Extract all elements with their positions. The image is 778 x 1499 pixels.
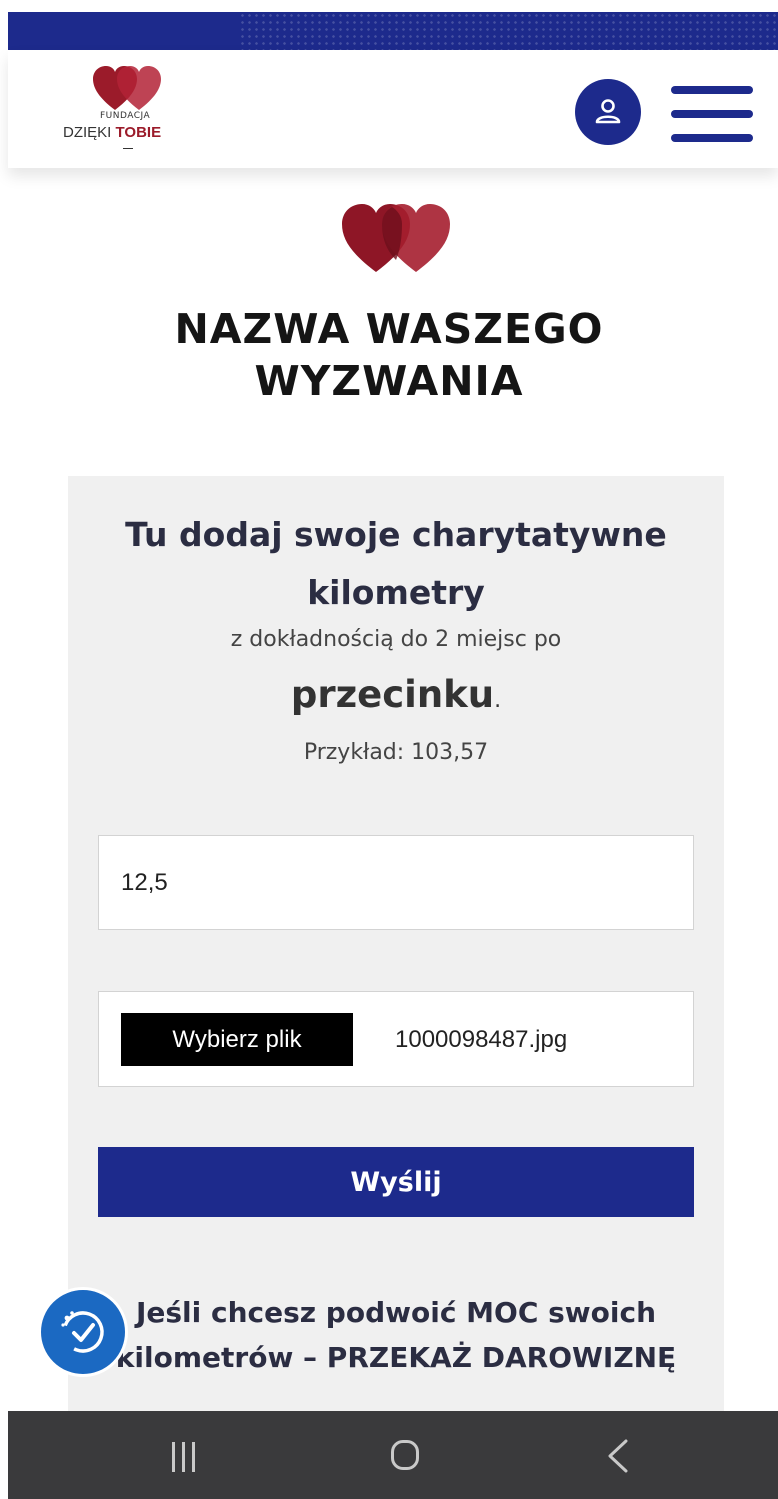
- recent-bar-3: [192, 1442, 195, 1472]
- page-title-line2: WYZWANIA: [254, 357, 524, 405]
- logo-name-part1: DZIĘKI: [63, 124, 112, 141]
- form-example: Przykład: 103,57: [303, 740, 489, 765]
- user-icon: [595, 99, 621, 124]
- menu-bar-top: [671, 86, 753, 94]
- accessibility-button[interactable]: [38, 1287, 128, 1377]
- recent-bar-2: [182, 1442, 185, 1472]
- foundation-logo[interactable]: FUNDACJA DZIĘKI TOBIE: [63, 66, 193, 156]
- accessibility-icon: [61, 1311, 104, 1353]
- site-header: FUNDACJA DZIĘKI TOBIE: [8, 50, 778, 168]
- menu-bar-middle: [671, 110, 753, 118]
- form-heading-line2: kilometry: [307, 573, 485, 612]
- logo-hearts-icon: [93, 66, 161, 110]
- menu-bar-bottom: [671, 134, 753, 142]
- form-subtext: z dokładnością do 2 miejsc po: [230, 627, 562, 652]
- form-heading-line1: Tu dodaj swoje charytatywne: [125, 515, 667, 554]
- submit-button[interactable]: Wyślij: [98, 1147, 694, 1217]
- recent-bar-1: [172, 1442, 175, 1472]
- logo-name: DZIĘKI TOBIE: [63, 124, 161, 141]
- promo-line1: Jeśli chcesz podwoić MOC swoich: [135, 1296, 657, 1329]
- page-title: NAZWA WASZEGO WYZWANIA: [0, 303, 778, 407]
- home-button[interactable]: [391, 1440, 419, 1470]
- kilometers-input[interactable]: 12,5: [98, 835, 694, 930]
- file-upload-field: Wybierz plik 1000098487.jpg: [98, 991, 694, 1087]
- page-title-line1: NAZWA WASZEGO: [174, 305, 604, 353]
- back-icon[interactable]: [606, 1439, 630, 1473]
- promo-line2: kilometrów – PRZEKAŻ DAROWIZNĘ: [115, 1341, 677, 1374]
- logo-foundation-label: FUNDACJA: [100, 111, 151, 121]
- system-navigation-bar: [8, 1411, 778, 1499]
- selected-file-name: 1000098487.jpg: [395, 1025, 568, 1053]
- form-emphasis-word: przecinku: [290, 673, 495, 716]
- choose-file-button[interactable]: Wybierz plik: [121, 1013, 353, 1066]
- hamburger-menu-button[interactable]: [671, 86, 753, 142]
- form-emphasis-period: .: [494, 688, 502, 713]
- logo-underline: [123, 148, 133, 149]
- user-account-button[interactable]: [575, 79, 641, 145]
- hearts-icon: [342, 204, 450, 272]
- form-emphasis: przecinku.: [68, 673, 724, 716]
- logo-name-part2: TOBIE: [115, 124, 162, 141]
- donation-promo: Jeśli chcesz podwoić MOC swoich kilometr…: [68, 1290, 724, 1380]
- top-strip-solid: [8, 12, 238, 50]
